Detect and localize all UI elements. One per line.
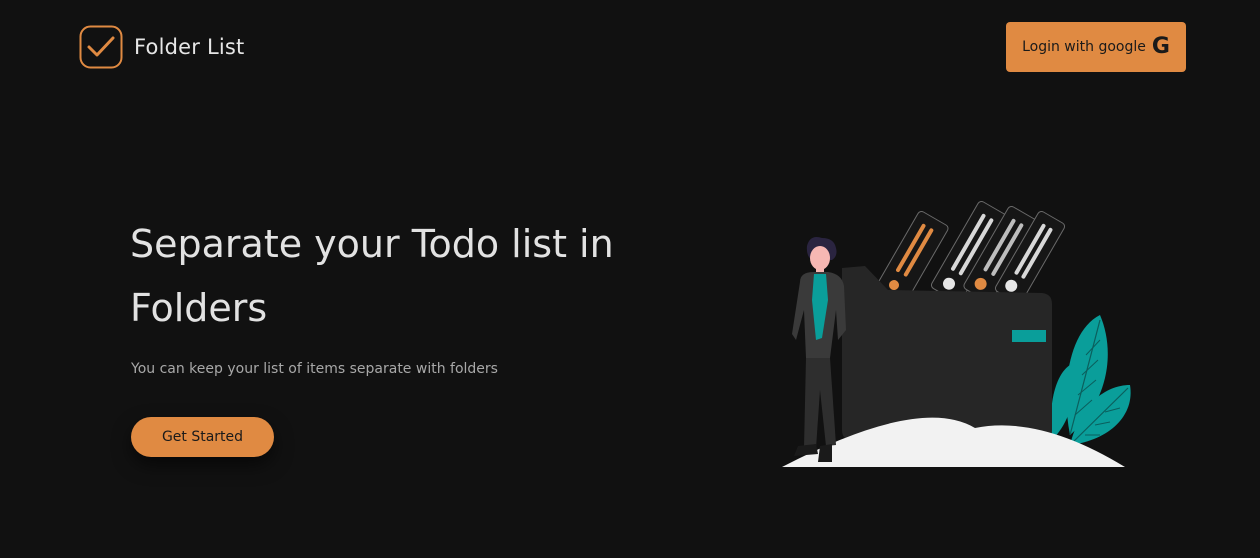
checkbox-check-icon [79,25,123,69]
document-cards [875,200,1066,304]
get-started-button[interactable]: Get Started [131,417,274,457]
person-with-folders-illustration [782,200,1131,467]
navbar: Folder List Login with google G [0,0,1260,96]
login-button-label: Login with google [1022,39,1146,55]
person-figure [792,237,846,462]
login-with-google-button[interactable]: Login with google G [1006,22,1186,72]
hero-subtitle: You can keep your list of items separate… [131,361,498,377]
brand-title: Folder List [134,35,245,59]
hero-title: Separate your Todo list in Folders [130,222,614,330]
google-g-icon: G [1151,34,1170,59]
brand-logo-link[interactable]: Folder List [79,25,244,69]
plant-icon [1050,315,1131,446]
